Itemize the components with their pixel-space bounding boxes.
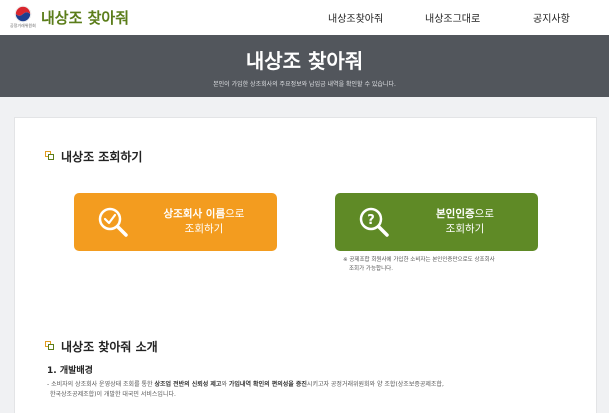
search-check-icon xyxy=(98,207,128,237)
hero-subtitle: 본인이 가입한 상조회사의 주요정보와 납입금 내역을 확인할 수 있습니다. xyxy=(213,81,396,88)
brand-title[interactable]: 내상조 찾아줘 xyxy=(41,7,129,28)
nav-item-as-is[interactable]: 내상조그대로 xyxy=(425,10,480,25)
lookup-by-company-button[interactable]: 상조회사 이름으로 조회하기 xyxy=(74,193,277,251)
lookup-by-auth-button[interactable]: ? 본인인증으로 조회하기 xyxy=(335,193,538,251)
lookup-section-title: 내상조 조회하기 xyxy=(61,150,143,164)
nav-item-notice[interactable]: 공지사항 xyxy=(533,10,570,25)
search-question-icon: ? xyxy=(359,207,389,237)
lookup-by-company-label: 상조회사 이름으로 조회하기 xyxy=(163,208,245,235)
hero-title: 내상조 찾아줘 xyxy=(245,49,364,73)
intro-subheading: 1. 개발배경 xyxy=(47,366,93,376)
intro-section-title: 내상조 찾아줘 소개 xyxy=(61,340,158,354)
hero-banner: 내상조 찾아줘 본인이 가입한 상조회사의 주요정보와 납입금 내역을 확인할 … xyxy=(0,35,609,97)
auth-lookup-note: ※ 공제조합 회원사에 가입한 소비자는 본인인증만으로도 상조회사 조회가 가… xyxy=(343,257,495,272)
section-bullet-icon xyxy=(45,151,55,161)
ftc-logo-icon[interactable] xyxy=(14,5,32,23)
nav-item-find[interactable]: 내상조찾아줘 xyxy=(328,10,383,25)
lookup-by-auth-label: 본인인증으로 조회하기 xyxy=(436,208,494,235)
intro-paragraph: - 소비자의 상조회사 운영상태 조회를 통한 상조업 전반의 신뢰성 제고와 … xyxy=(47,381,444,398)
svg-text:?: ? xyxy=(367,213,375,228)
top-header: 공정거래위원회 내상조 찾아줘 내상조찾아줘 내상조그대로 공지사항 xyxy=(0,0,609,35)
logo-subtitle: 공정거래위원회 xyxy=(10,23,36,28)
section-bullet-icon xyxy=(45,341,55,351)
